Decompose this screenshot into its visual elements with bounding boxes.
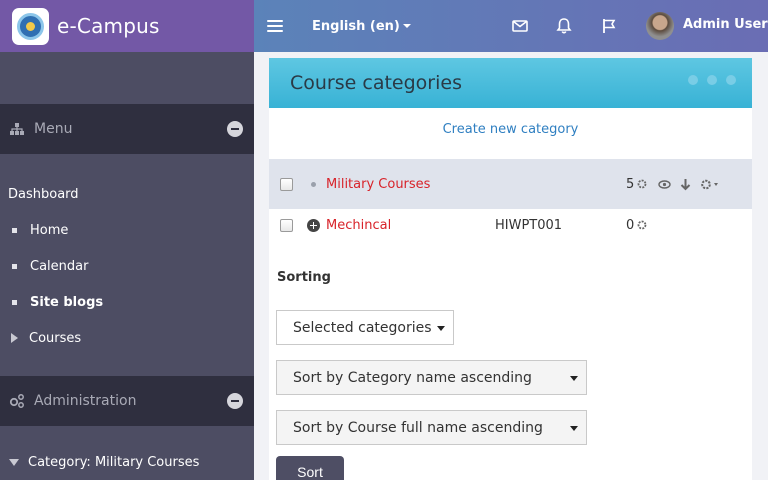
select-value: Sort by Category name ascending (293, 369, 532, 386)
create-new-category-link[interactable]: Create new category (269, 122, 752, 137)
campus-logo[interactable] (12, 7, 49, 45)
bullet-icon (12, 299, 17, 305)
bullet-icon (12, 263, 17, 269)
sort-categories-select[interactable]: Sort by Category name ascending (276, 360, 587, 395)
course-count: 5 (626, 177, 648, 192)
panel-header: Course categories (269, 58, 752, 108)
top-navbar: English (en) Admin User (254, 0, 768, 52)
sidebar-item-label: Home (30, 222, 69, 238)
caret-right-icon (11, 333, 18, 343)
user-menu-name[interactable]: Admin User (683, 17, 768, 32)
sidebar-item-category[interactable]: Category: Military Courses (0, 444, 254, 480)
sort-button[interactable]: Sort (276, 456, 344, 480)
language-menu[interactable]: English (en) (312, 19, 411, 34)
sitemap-icon (10, 123, 24, 135)
caret-down-icon (437, 326, 445, 331)
select-value: Sort by Course full name ascending (293, 419, 543, 436)
course-count-value: 0 (626, 217, 635, 233)
courses-icon (637, 220, 647, 230)
course-categories-panel: Course categories Create new category Mi… (269, 58, 752, 480)
sidebar-item-courses[interactable]: Courses (0, 320, 254, 356)
menu-block-header: Menu (0, 104, 254, 154)
category-checkbox[interactable] (280, 177, 293, 191)
brand-bar: e-Campus (0, 0, 254, 52)
collapse-administration-button[interactable] (227, 393, 243, 409)
panel-controls (688, 75, 736, 85)
sorting-heading: Sorting (277, 270, 331, 285)
courses-icon (637, 179, 647, 189)
arrow-down-icon[interactable] (679, 178, 692, 191)
administration-block-title: Administration (34, 393, 137, 409)
site-title[interactable]: e-Campus (57, 14, 160, 38)
caret-down-icon (570, 426, 578, 431)
sidebar-item-label: Courses (29, 330, 82, 346)
bullet-icon (311, 181, 316, 187)
expand-icon[interactable] (307, 218, 320, 232)
category-actions (658, 178, 720, 191)
sidebar-item-label: Calendar (30, 258, 89, 274)
course-count-value: 5 (626, 176, 635, 192)
cogs-icon (9, 394, 24, 408)
menu-block-title: Menu (34, 121, 73, 137)
flag-icon[interactable] (599, 16, 619, 36)
sidebar-item-calendar[interactable]: Calendar (0, 248, 254, 284)
sidebar-item-label: Dashboard (8, 186, 79, 202)
eye-icon[interactable] (658, 178, 671, 191)
hamburger-icon[interactable] (267, 20, 283, 32)
page-title: Course categories (290, 72, 462, 94)
select-value: Selected categories (293, 319, 432, 336)
course-count: 0 (626, 218, 648, 233)
caret-down-icon (402, 24, 411, 28)
language-label: English (en) (312, 18, 400, 34)
category-idnumber: HIWPT001 (495, 217, 563, 233)
administration-block-header: Administration (0, 376, 254, 426)
settings-icon[interactable] (707, 75, 717, 85)
category-name-link[interactable]: Mechincal (326, 218, 391, 233)
sidebar: Menu Dashboard Home Calendar Site blogs … (0, 52, 254, 480)
caret-down-icon (9, 458, 19, 466)
dock-icon[interactable] (726, 75, 736, 85)
bullet-icon (12, 227, 17, 233)
mail-icon[interactable] (510, 16, 530, 36)
category-name-link[interactable]: Military Courses (326, 177, 430, 192)
sidebar-item-dashboard[interactable]: Dashboard (0, 176, 254, 212)
selected-categories-select[interactable]: Selected categories (276, 310, 454, 345)
gear-menu-icon[interactable] (700, 178, 720, 191)
category-row: Military Courses 5 (269, 159, 752, 209)
user-avatar[interactable] (646, 12, 674, 40)
move-icon[interactable] (688, 75, 698, 85)
caret-down-icon (570, 376, 578, 381)
category-row: Mechincal HIWPT001 0 (269, 209, 752, 241)
collapse-menu-button[interactable] (227, 121, 243, 137)
sidebar-item-home[interactable]: Home (0, 212, 254, 248)
bell-icon[interactable] (554, 16, 574, 36)
sort-courses-select[interactable]: Sort by Course full name ascending (276, 410, 587, 445)
sidebar-item-label: Site blogs (30, 294, 104, 310)
sidebar-item-label: Category: Military Courses (28, 454, 200, 470)
category-checkbox[interactable] (280, 218, 293, 232)
sidebar-item-site-blogs[interactable]: Site blogs (0, 284, 254, 320)
